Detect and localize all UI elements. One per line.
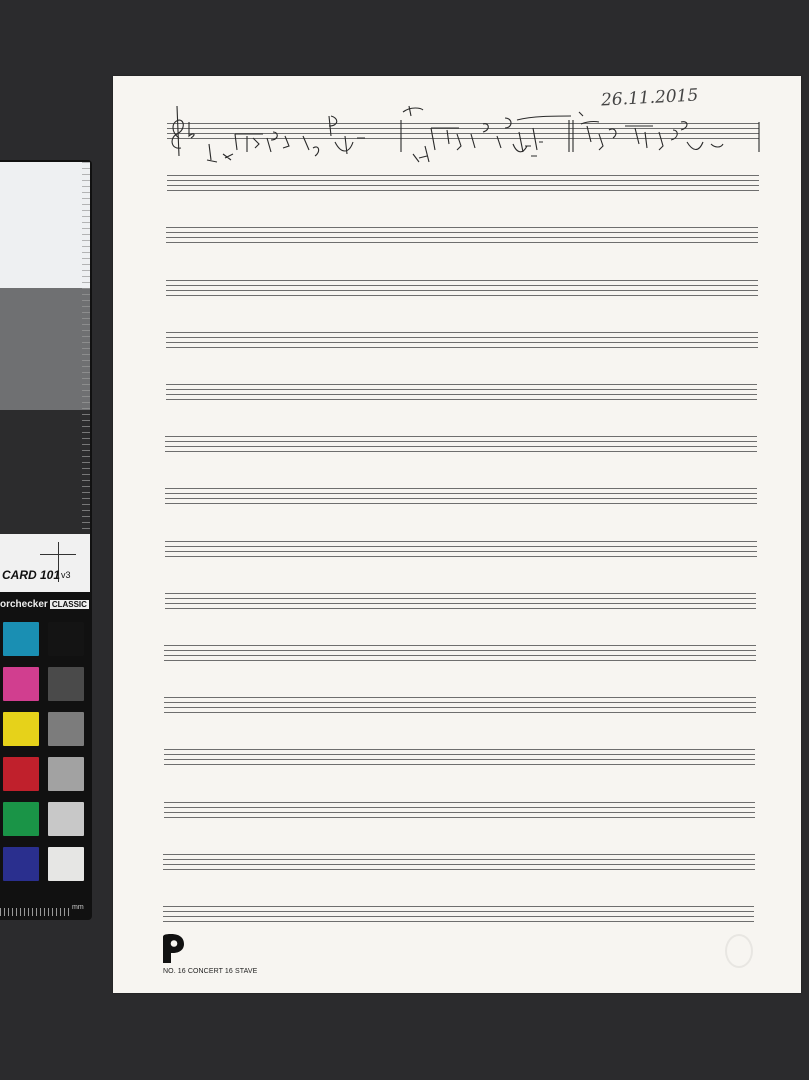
- color-swatch: [48, 622, 84, 656]
- color-checker-card: CARD 101 v3 orchecker CLASSIC mm: [0, 160, 92, 920]
- publisher-logo-icon: [163, 934, 184, 963]
- color-swatch: [48, 847, 84, 881]
- music-stave: [163, 906, 754, 926]
- music-stave: [166, 279, 758, 300]
- brand-tag: CLASSIC: [49, 600, 89, 609]
- ruler-unit: mm: [72, 904, 84, 911]
- horizontal-ruler: [0, 908, 72, 916]
- manuscript-page: 26.11.2015 NO. 16 CONCERT 16 STAVE: [113, 76, 801, 993]
- music-stave: [164, 749, 755, 770]
- music-stave: [164, 645, 756, 665]
- card-name: CARD 101: [2, 568, 61, 582]
- color-swatch: [48, 667, 84, 701]
- music-stave: [164, 801, 755, 822]
- white-patch: [0, 162, 90, 288]
- brand-name: orchecker: [0, 599, 48, 610]
- card-version: v3: [61, 570, 71, 580]
- color-swatch: [3, 622, 39, 656]
- music-stave: [166, 331, 758, 352]
- black-patch: [0, 410, 90, 534]
- music-stave: [166, 227, 758, 248]
- color-swatch: [48, 802, 84, 836]
- color-swatch: [3, 802, 39, 836]
- color-swatch: [48, 757, 84, 791]
- music-stave: [164, 697, 756, 718]
- vertical-ruler: [82, 162, 90, 534]
- music-stave: [163, 853, 755, 874]
- music-stave: [165, 436, 757, 457]
- color-swatch: [3, 712, 39, 746]
- faint-watermark-icon: [725, 934, 753, 968]
- color-swatch: [3, 667, 39, 701]
- card-brand: orchecker CLASSIC: [0, 599, 89, 610]
- color-swatch: [3, 847, 39, 881]
- music-stave: [166, 384, 757, 404]
- paper-footer-label: NO. 16 CONCERT 16 STAVE: [163, 968, 258, 975]
- music-stave: [165, 592, 756, 613]
- color-swatch: [48, 712, 84, 746]
- card-label-band: CARD 101 v3: [0, 534, 90, 592]
- music-stave: [165, 488, 757, 509]
- music-stave: [165, 540, 757, 561]
- color-swatch: [3, 757, 39, 791]
- grey-patch: [0, 288, 90, 410]
- crosshair-line: [40, 554, 76, 555]
